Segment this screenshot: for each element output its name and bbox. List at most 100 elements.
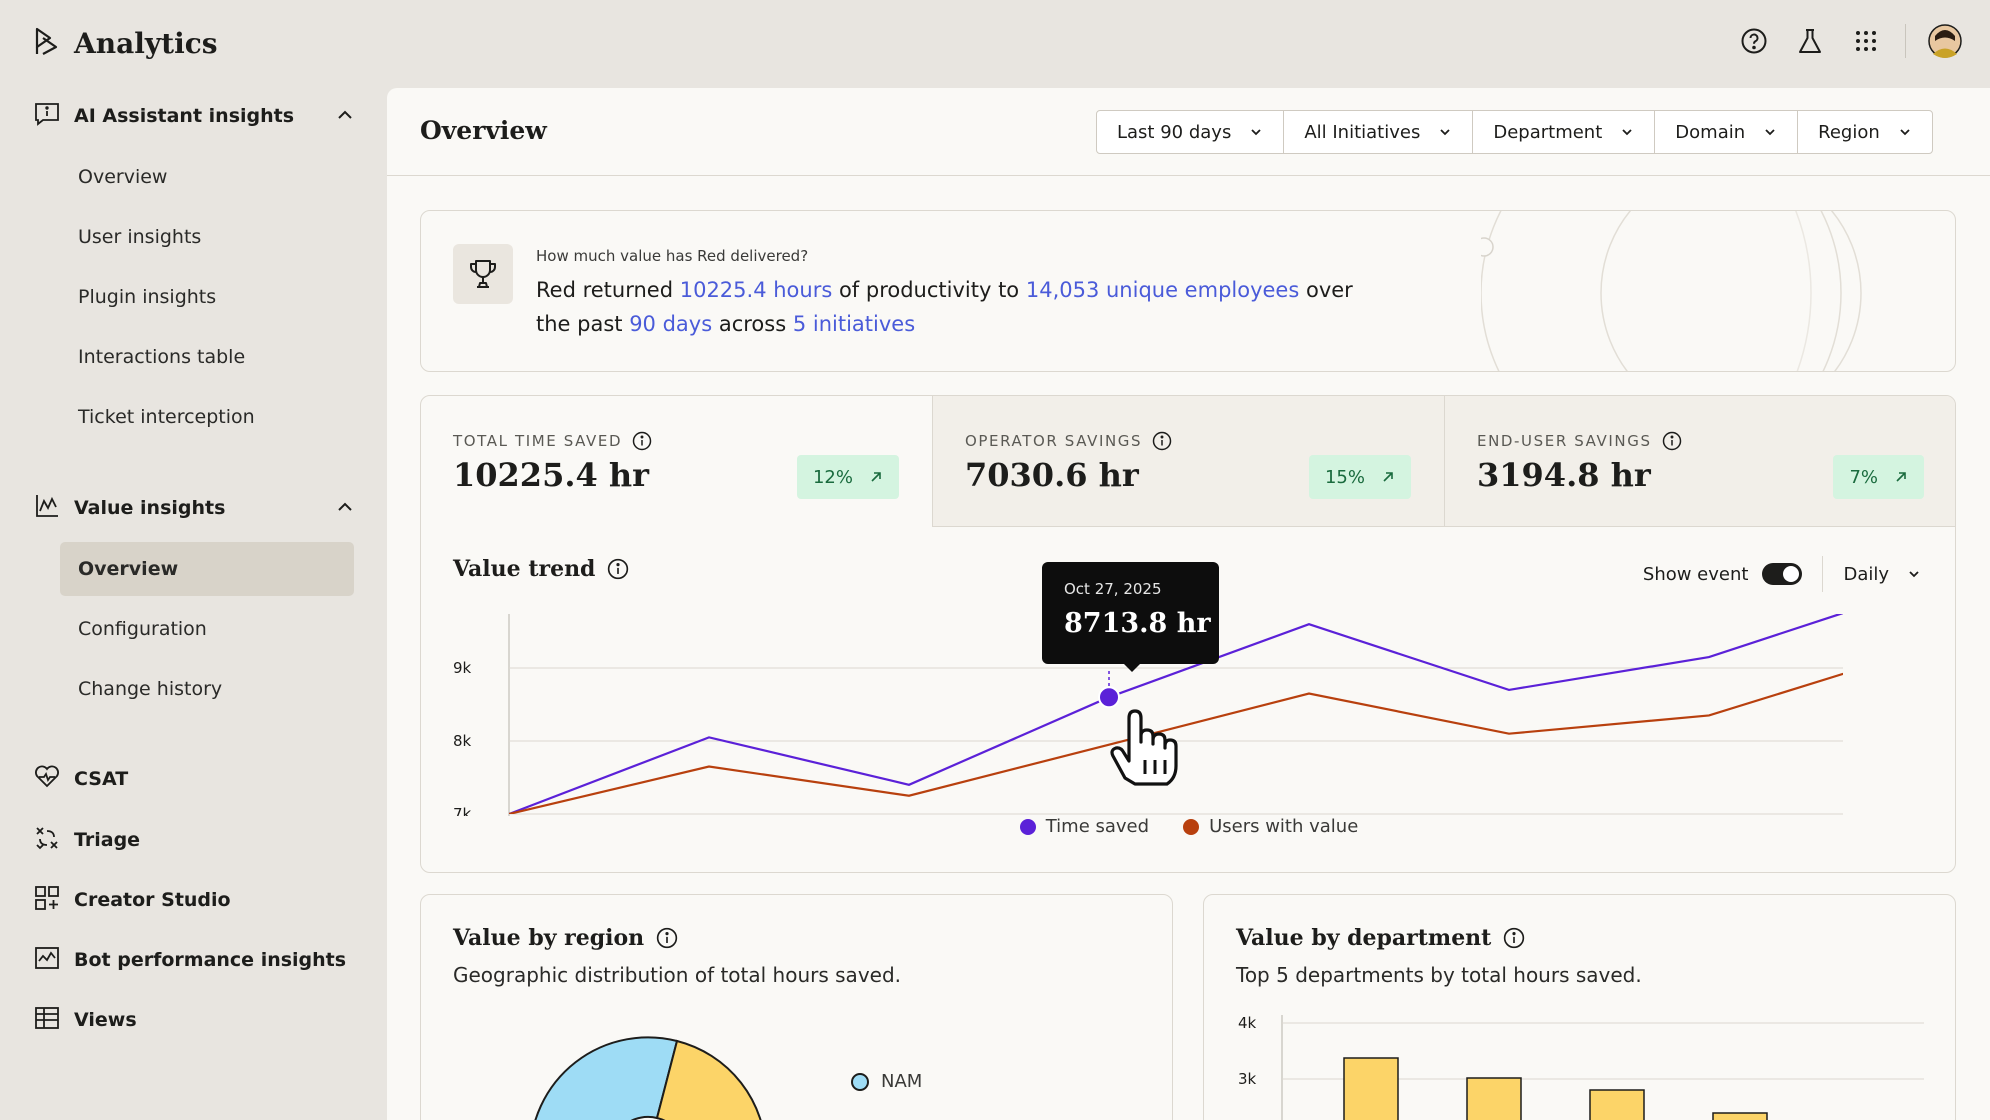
donut-slice-other: [655, 1039, 762, 1120]
decorative-circles: [1481, 211, 1862, 371]
main-header: Overview Last 90 days All Initiatives De…: [387, 88, 1990, 176]
legend-time-saved[interactable]: Time saved: [1019, 816, 1150, 837]
summary-fragment: Red returned: [536, 278, 680, 302]
legend-users-with-value[interactable]: Users with value: [1183, 816, 1358, 837]
sidebar-item-triage[interactable]: Triage: [34, 820, 140, 860]
nav-label: Triage: [74, 829, 141, 851]
summary-fragment: across: [712, 312, 793, 336]
region-title-text: Value by region: [453, 925, 645, 951]
department-title-text: Value by department: [1236, 925, 1492, 951]
chevron-down-icon: [1251, 129, 1261, 136]
table-view-icon: [34, 1006, 60, 1034]
info-panel-icon: [34, 102, 60, 130]
filter-initiatives[interactable]: All Initiatives: [1284, 111, 1474, 153]
analytics-logo-icon: [34, 26, 60, 60]
department-bar-chart[interactable]: 4k 3k: [1204, 1005, 1956, 1120]
chevron-down-icon: [1622, 129, 1632, 136]
chart-legend: Time saved Users with value: [421, 816, 1955, 837]
flask-icon[interactable]: [1793, 24, 1827, 58]
chevron-up-icon[interactable]: [336, 106, 354, 128]
sidebar-item-bot-performance-insights[interactable]: Bot performance insights: [34, 940, 346, 980]
sidebar-item-configuration[interactable]: Configuration: [60, 602, 354, 656]
app-title: Analytics: [74, 26, 218, 60]
apps-grid-icon[interactable]: [1849, 24, 1883, 58]
department-bar: [1343, 1057, 1399, 1120]
hours-link[interactable]: 10225.4 hours: [680, 278, 833, 302]
region-donut-chart[interactable]: [531, 1025, 791, 1120]
filter-label: Department: [1493, 121, 1603, 143]
value-by-department-card: Value by department Top 5 departments by…: [1203, 894, 1956, 1120]
filter-label: All Initiatives: [1304, 121, 1421, 143]
sidebar-item-views[interactable]: Views: [34, 1000, 137, 1040]
sidebar-item-creator-studio[interactable]: Creator Studio: [34, 880, 231, 920]
department-bar: [1712, 1112, 1768, 1120]
nav-label: Views: [74, 1009, 137, 1031]
info-icon[interactable]: [1503, 927, 1525, 949]
value-summary-card: How much value has Red delivered? Red re…: [420, 210, 1956, 372]
sidebar-item-ticket-interception[interactable]: Ticket interception: [60, 390, 354, 444]
top-bar: Analytics: [0, 0, 1990, 88]
legend-swatch: [851, 1072, 869, 1091]
initiatives-link[interactable]: 5 initiatives: [793, 312, 915, 336]
filter-date-range[interactable]: Last 90 days: [1097, 111, 1285, 153]
chevron-up-icon[interactable]: [336, 498, 354, 520]
info-icon[interactable]: [656, 927, 678, 949]
department-bar: [1466, 1077, 1522, 1120]
sidebar-item-overview[interactable]: Overview: [60, 150, 354, 204]
nav-label: Bot performance insights: [74, 949, 347, 971]
section-label: Value insights: [74, 497, 226, 519]
y-tick-label: 8k: [453, 732, 472, 750]
filter-domain[interactable]: Domain: [1655, 111, 1799, 153]
donut-slice-nam: [534, 1036, 679, 1120]
series-line-users-with-value[interactable]: [509, 653, 1909, 814]
page-title: Overview: [420, 116, 547, 145]
main-content: Overview Last 90 days All Initiatives De…: [387, 88, 1990, 1120]
chevron-down-icon: [1765, 129, 1775, 136]
nav-label: Creator Studio: [74, 889, 231, 911]
chart-tooltip: Oct 27, 2025 8713.8 hr: [1042, 562, 1219, 672]
sidebar-item-user-insights[interactable]: User insights: [60, 210, 354, 264]
department-bar: [1589, 1089, 1645, 1120]
triage-icon: [34, 825, 60, 855]
tooltip-date: Oct 27, 2025: [1064, 580, 1162, 598]
sidebar-item-csat[interactable]: CSAT: [34, 759, 128, 799]
heart-pulse-icon: [34, 765, 60, 793]
department-subtitle: Top 5 departments by total hours saved.: [1236, 963, 1642, 987]
filter-region[interactable]: Region: [1798, 111, 1932, 153]
trophy-icon: [453, 244, 513, 304]
filter-label: Region: [1818, 121, 1880, 143]
grid-add-icon: [34, 885, 60, 915]
help-icon[interactable]: [1737, 24, 1771, 58]
hand-cursor-icon: [1110, 709, 1178, 786]
sidebar-item-value-overview[interactable]: Overview: [60, 542, 354, 596]
user-avatar[interactable]: [1928, 24, 1962, 58]
sidebar-item-plugin-insights[interactable]: Plugin insights: [60, 270, 354, 324]
sidebar-item-change-history[interactable]: Change history: [60, 662, 354, 716]
y-tick-label: 3k: [1238, 1070, 1257, 1088]
section-value-insights[interactable]: Value insights: [34, 488, 354, 528]
chevron-down-icon: [1900, 129, 1910, 136]
legend-swatch: [1183, 818, 1200, 835]
legend-label: Users with value: [1209, 816, 1359, 837]
summary-fragment: of productivity to: [832, 278, 1026, 302]
region-legend-nam[interactable]: NAM: [851, 1071, 922, 1092]
legend-swatch: [1019, 818, 1036, 835]
sidebar: AI Assistant insights Overview User insi…: [0, 88, 385, 1120]
filter-bar: Last 90 days All Initiatives Department …: [1096, 110, 1933, 154]
summary-text: Red returned 10225.4 hours of productivi…: [536, 273, 1376, 341]
brand[interactable]: Analytics: [34, 26, 218, 60]
top-divider: [1905, 24, 1906, 58]
legend-label: NAM: [881, 1071, 923, 1092]
section-ai-assistant-insights[interactable]: AI Assistant insights: [34, 96, 354, 136]
value-by-region-card: Value by region Geographic distribution …: [420, 894, 1173, 1120]
department-title: Value by department: [1236, 925, 1525, 951]
y-tick-label: 4k: [1238, 1014, 1257, 1032]
legend-label: Time saved: [1045, 816, 1150, 837]
chevron-down-icon: [1440, 129, 1450, 136]
employees-link[interactable]: 14,053 unique employees: [1026, 278, 1299, 302]
filter-label: Last 90 days: [1117, 121, 1232, 143]
days-link[interactable]: 90 days: [629, 312, 712, 336]
filter-department[interactable]: Department: [1473, 111, 1656, 153]
sidebar-item-interactions-table[interactable]: Interactions table: [60, 330, 354, 384]
region-subtitle: Geographic distribution of total hours s…: [453, 963, 902, 987]
